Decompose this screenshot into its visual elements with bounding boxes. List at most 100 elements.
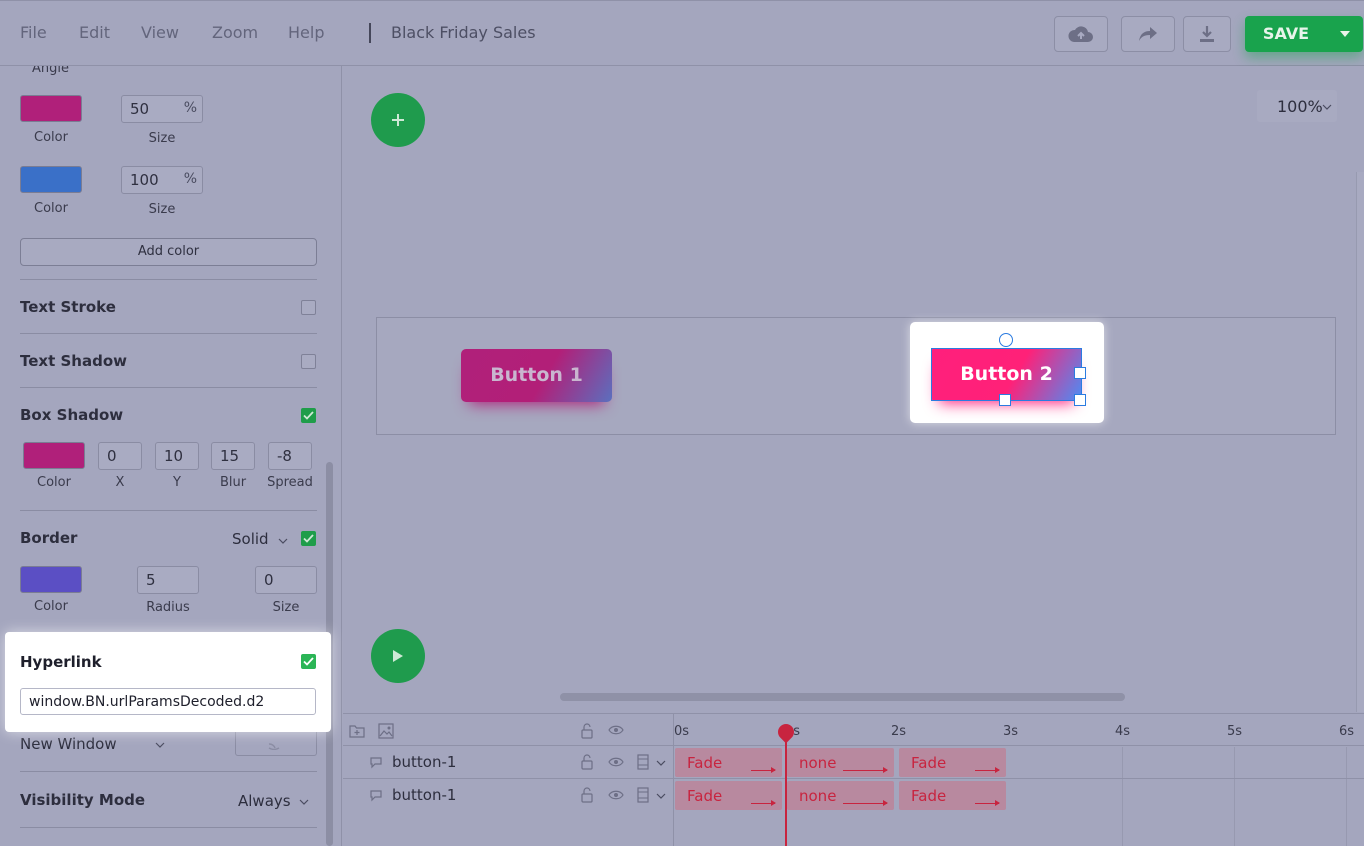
box-shadow-x-label: X xyxy=(115,475,125,490)
timeline-row[interactable]: button-1 Fade none Fade xyxy=(343,745,1364,778)
new-window-option-button[interactable] xyxy=(235,732,317,756)
menu-zoom[interactable]: Zoom xyxy=(212,23,258,42)
film-icon[interactable] xyxy=(636,754,650,770)
resize-handle-bottom[interactable] xyxy=(999,394,1011,406)
eye-icon[interactable] xyxy=(608,725,624,735)
add-color-button[interactable]: Add color xyxy=(20,238,317,266)
gradient-color-swatch-1[interactable] xyxy=(20,95,82,122)
add-element-button[interactable] xyxy=(371,93,425,147)
gradient-size-label-1: Size xyxy=(148,131,176,146)
download-icon xyxy=(1200,26,1214,42)
save-options-button[interactable] xyxy=(1327,16,1363,52)
clip-arrow xyxy=(843,800,888,806)
animation-clip[interactable]: none xyxy=(787,748,894,777)
gradient-color-swatch-2[interactable] xyxy=(20,166,82,193)
add-image-icon[interactable] xyxy=(378,723,394,739)
cloud-upload-button[interactable] xyxy=(1054,16,1108,52)
divider xyxy=(20,771,317,772)
border-checkbox[interactable] xyxy=(301,531,316,546)
box-shadow-x-input[interactable]: 0 xyxy=(98,442,142,470)
menu-view[interactable]: View xyxy=(141,23,179,42)
button-1-element[interactable]: Button 1 xyxy=(461,349,612,402)
divider xyxy=(20,827,317,828)
box-shadow-spread-input[interactable]: -8 xyxy=(268,442,312,470)
new-window-select[interactable]: New Window xyxy=(20,735,117,753)
eye-icon[interactable] xyxy=(608,790,624,800)
border-style-select[interactable]: Solid xyxy=(232,530,269,548)
hyperlink-checkbox[interactable] xyxy=(301,654,316,669)
resize-handle-right[interactable] xyxy=(1074,367,1086,379)
tick-label: 2s xyxy=(891,724,907,739)
animation-clip[interactable]: Fade xyxy=(675,781,782,810)
animation-clip[interactable]: Fade xyxy=(899,748,1006,777)
box-shadow-spread-label: Spread xyxy=(267,475,313,490)
gradient-size-input-2[interactable]: 100 % xyxy=(121,166,203,194)
box-shadow-blur-label: Blur xyxy=(219,475,247,490)
border-color-label: Color xyxy=(34,599,68,614)
percent-unit-1: % xyxy=(183,100,197,116)
clip-arrow xyxy=(751,800,776,806)
animation-clip[interactable]: none xyxy=(787,781,894,810)
cloud-upload-icon xyxy=(1068,26,1093,42)
check-icon xyxy=(303,534,314,543)
eye-icon[interactable] xyxy=(608,757,624,767)
document-title: Black Friday Sales xyxy=(391,23,536,42)
layer-name: button-1 xyxy=(392,786,457,804)
resize-handle-bottom-right[interactable] xyxy=(1074,394,1086,406)
text-stroke-checkbox[interactable] xyxy=(301,300,316,315)
box-shadow-color-swatch[interactable] xyxy=(23,442,85,469)
clip-label: Fade xyxy=(911,754,947,772)
lock-icon[interactable] xyxy=(580,723,594,739)
visibility-mode-select[interactable]: Always xyxy=(238,792,291,810)
playhead-line xyxy=(785,734,787,846)
film-icon[interactable] xyxy=(636,787,650,803)
chevron-down-icon[interactable] xyxy=(656,793,666,799)
hyperlink-input[interactable]: window.BN.urlParamsDecoded.d2 xyxy=(20,688,316,715)
add-folder-icon[interactable] xyxy=(349,724,365,738)
clip-label: Fade xyxy=(687,787,723,805)
clip-label: none xyxy=(799,787,837,805)
play-icon xyxy=(393,650,403,662)
chevron-down-icon[interactable] xyxy=(656,760,666,766)
border-radius-input[interactable]: 5 xyxy=(137,566,199,594)
tick-label: 0s xyxy=(674,724,690,739)
canvas-vertical-scrollbar[interactable] xyxy=(1356,172,1364,712)
box-shadow-blur-input[interactable]: 15 xyxy=(211,442,255,470)
share-button[interactable] xyxy=(1121,16,1175,52)
play-button[interactable] xyxy=(371,629,425,683)
tick-label: 6s xyxy=(1339,724,1355,739)
menu-file[interactable]: File xyxy=(20,23,47,42)
box-shadow-y-input[interactable]: 10 xyxy=(155,442,199,470)
tick-label: 3s xyxy=(1003,724,1019,739)
lock-icon[interactable] xyxy=(580,754,594,770)
hyperlink-section: Hyperlink window.BN.urlParamsDecoded.d2 xyxy=(5,632,331,732)
gradient-size-value-2: 100 xyxy=(130,171,159,189)
download-button[interactable] xyxy=(1183,16,1231,52)
border-radius-label: Radius xyxy=(146,600,190,615)
box-shadow-checkbox[interactable] xyxy=(301,408,316,423)
timeline: 0s 1s 2s 3s 4s 5s 6s button-1 Fade none … xyxy=(343,713,1364,846)
gradient-size-input-1[interactable]: 50 % xyxy=(121,95,203,123)
text-shadow-title: Text Shadow xyxy=(20,352,127,370)
clip-arrow xyxy=(751,767,776,773)
rotate-handle[interactable] xyxy=(999,333,1013,347)
lock-icon[interactable] xyxy=(580,787,594,803)
clip-arrow xyxy=(975,800,1000,806)
tick-label: 4s xyxy=(1115,724,1131,739)
zoom-select[interactable]: 100% xyxy=(1257,90,1337,122)
plus-icon xyxy=(392,114,404,126)
animation-clip[interactable]: Fade xyxy=(675,748,782,777)
border-size-input[interactable]: 0 xyxy=(255,566,317,594)
save-button[interactable]: SAVE xyxy=(1245,16,1327,52)
menu-edit[interactable]: Edit xyxy=(79,23,110,42)
menu-help[interactable]: Help xyxy=(288,23,324,42)
border-color-swatch[interactable] xyxy=(20,566,82,593)
text-shadow-checkbox[interactable] xyxy=(301,354,316,369)
timeline-row[interactable]: button-1 Fade none Fade xyxy=(343,778,1364,811)
check-icon xyxy=(303,411,314,420)
zoom-value: 100% xyxy=(1277,97,1323,116)
clip-arrow xyxy=(843,767,888,773)
selected-element-highlight: Button 2 xyxy=(910,322,1104,423)
canvas-horizontal-scrollbar[interactable] xyxy=(560,693,1125,701)
animation-clip[interactable]: Fade xyxy=(899,781,1006,810)
